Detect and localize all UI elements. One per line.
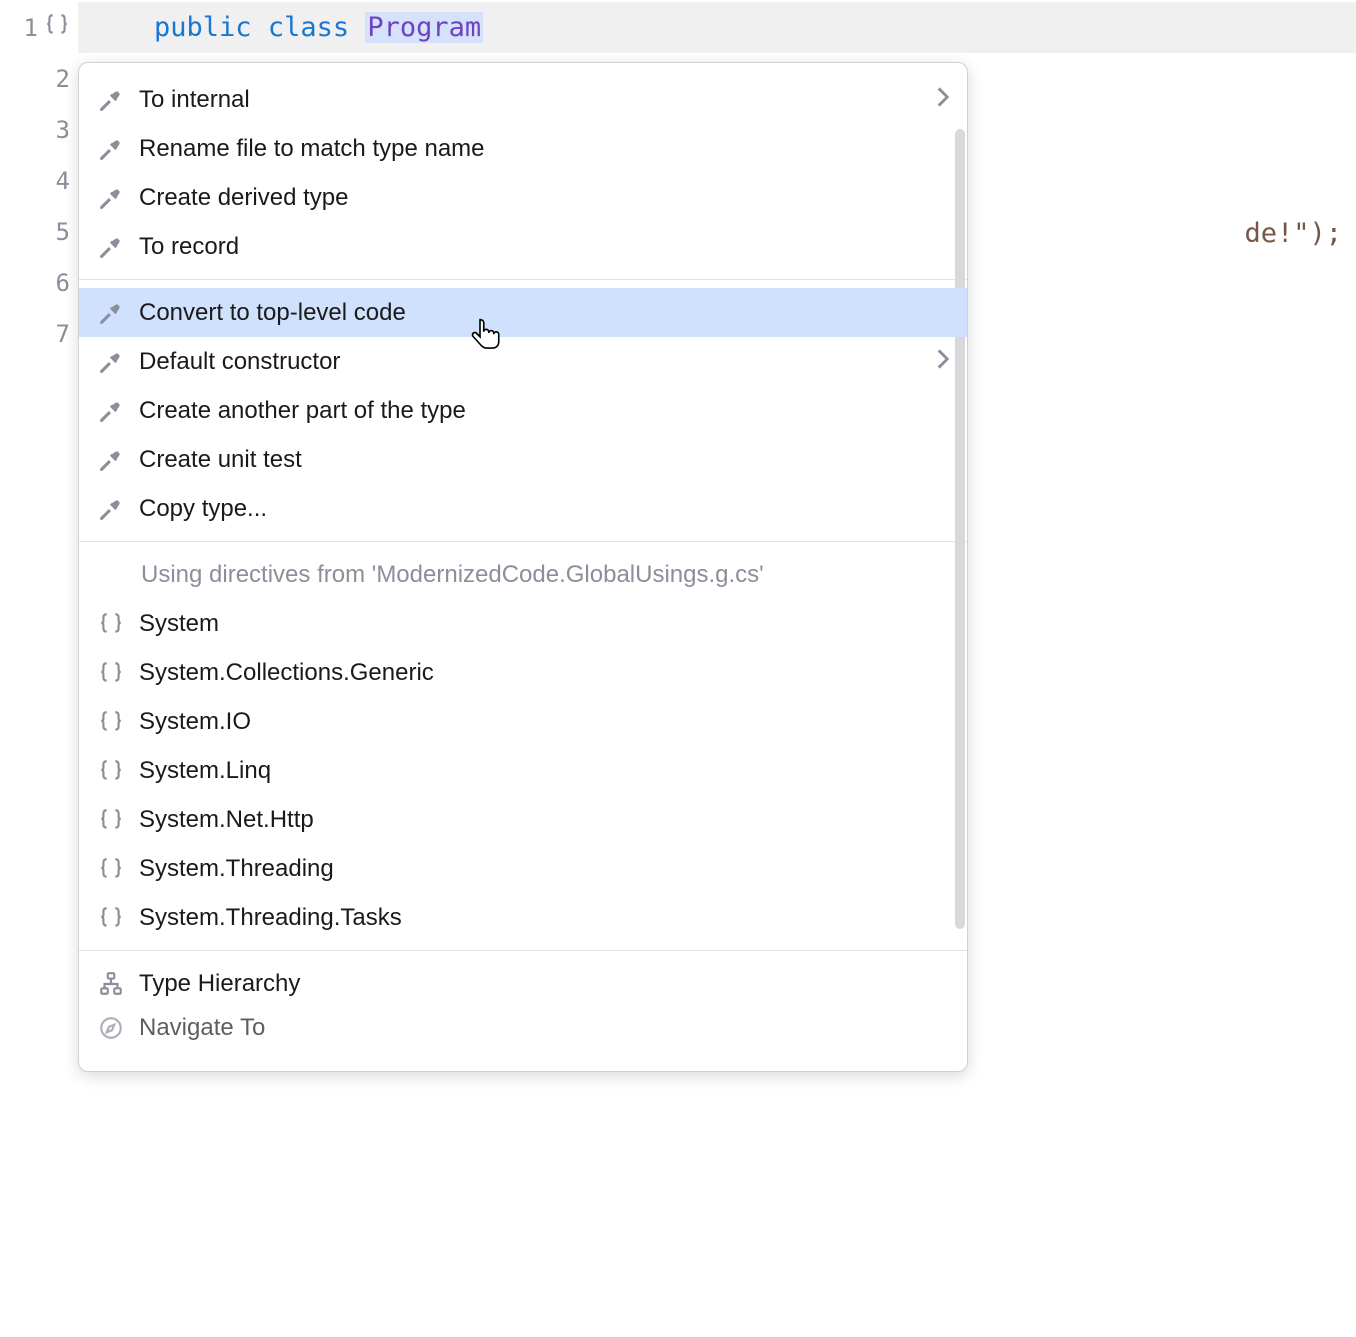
hammer-icon (97, 348, 125, 376)
line-number: 7 (56, 320, 70, 348)
gutter-row-3: 3 (0, 104, 78, 155)
type-name: Program (365, 12, 483, 43)
gutter-row-7: 7 (0, 308, 78, 359)
action-type-hierarchy[interactable]: Type Hierarchy (79, 959, 967, 1008)
hierarchy-icon (97, 970, 125, 998)
context-actions-popup: To internal Rename file to match type na… (78, 62, 968, 1072)
menu-label: To record (139, 233, 949, 261)
action-default-constructor[interactable]: Default constructor (79, 337, 967, 386)
hammer-icon (97, 495, 125, 523)
menu-label: Rename file to match type name (139, 135, 949, 163)
divider (79, 541, 967, 542)
using-collections-generic[interactable]: System.Collections.Generic (79, 648, 967, 697)
using-system[interactable]: System (79, 599, 967, 648)
line-number: 1 (24, 14, 38, 42)
hammer-icon (97, 184, 125, 212)
gutter-row-4: 4 (0, 155, 78, 206)
braces-icon (97, 806, 125, 834)
braces-icon (97, 757, 125, 785)
line-number: 4 (56, 167, 70, 195)
menu-label: To internal (139, 86, 923, 114)
menu-label: Create derived type (139, 184, 949, 212)
divider (79, 950, 967, 951)
menu-label: System.Collections.Generic (139, 659, 949, 687)
code-line-1[interactable]: public class Program (78, 2, 1356, 53)
gutter-row-5: 5 (0, 206, 78, 257)
menu-label: System.Threading.Tasks (139, 904, 949, 932)
menu-label: Type Hierarchy (139, 970, 949, 998)
braces-icon (97, 855, 125, 883)
braces-icon (97, 610, 125, 638)
keyword-class: class (268, 12, 349, 43)
menu-label: System.Threading (139, 855, 949, 883)
using-linq[interactable]: System.Linq (79, 746, 967, 795)
menu-label: System.Net.Http (139, 806, 949, 834)
action-to-record[interactable]: To record (79, 222, 967, 271)
menu-label: Create another part of the type (139, 397, 949, 425)
using-io[interactable]: System.IO (79, 697, 967, 746)
action-rename-file[interactable]: Rename file to match type name (79, 124, 967, 173)
chevron-right-icon (937, 86, 949, 114)
hammer-icon (97, 397, 125, 425)
braces-icon (97, 708, 125, 736)
gutter-row-2: 2 (0, 53, 78, 104)
using-threading-tasks[interactable]: System.Threading.Tasks (79, 893, 967, 942)
menu-label: Navigate To (139, 1014, 949, 1042)
code-trailing: de!"); (1244, 218, 1342, 249)
line-number: 2 (56, 65, 70, 93)
hammer-icon (97, 135, 125, 163)
menu-label: Create unit test (139, 446, 949, 474)
menu-label: System.Linq (139, 757, 949, 785)
hammer-icon (97, 299, 125, 327)
hammer-icon (97, 233, 125, 261)
hammer-icon (97, 86, 125, 114)
action-create-derived-type[interactable]: Create derived type (79, 173, 967, 222)
braces-icon (97, 659, 125, 687)
action-copy-type[interactable]: Copy type... (79, 484, 967, 533)
menu-label: Convert to top-level code (139, 299, 949, 327)
menu-label: Default constructor (139, 348, 923, 376)
menu-label: Copy type... (139, 495, 949, 523)
line-number: 3 (56, 116, 70, 144)
gutter-row-6: 6 (0, 257, 78, 308)
menu-label: System (139, 610, 949, 638)
line-number: 5 (56, 218, 70, 246)
gutter: 1 2 3 4 5 6 7 (0, 0, 78, 1337)
keyword-public: public (154, 12, 252, 43)
action-create-part[interactable]: Create another part of the type (79, 386, 967, 435)
menu-label: System.IO (139, 708, 949, 736)
using-threading[interactable]: System.Threading (79, 844, 967, 893)
using-net-http[interactable]: System.Net.Http (79, 795, 967, 844)
chevron-right-icon (937, 348, 949, 376)
action-create-unit-test[interactable]: Create unit test (79, 435, 967, 484)
braces-icon (44, 12, 70, 44)
action-convert-top-level[interactable]: Convert to top-level code (79, 288, 967, 337)
action-to-internal[interactable]: To internal (79, 75, 967, 124)
gutter-row-1: 1 (0, 2, 78, 53)
hammer-icon (97, 446, 125, 474)
braces-icon (97, 904, 125, 932)
line-number: 6 (56, 269, 70, 297)
divider (79, 279, 967, 280)
compass-icon (97, 1014, 125, 1042)
usings-heading: Using directives from 'ModernizedCode.Gl… (79, 550, 967, 599)
action-navigate-to[interactable]: Navigate To (79, 1008, 967, 1048)
